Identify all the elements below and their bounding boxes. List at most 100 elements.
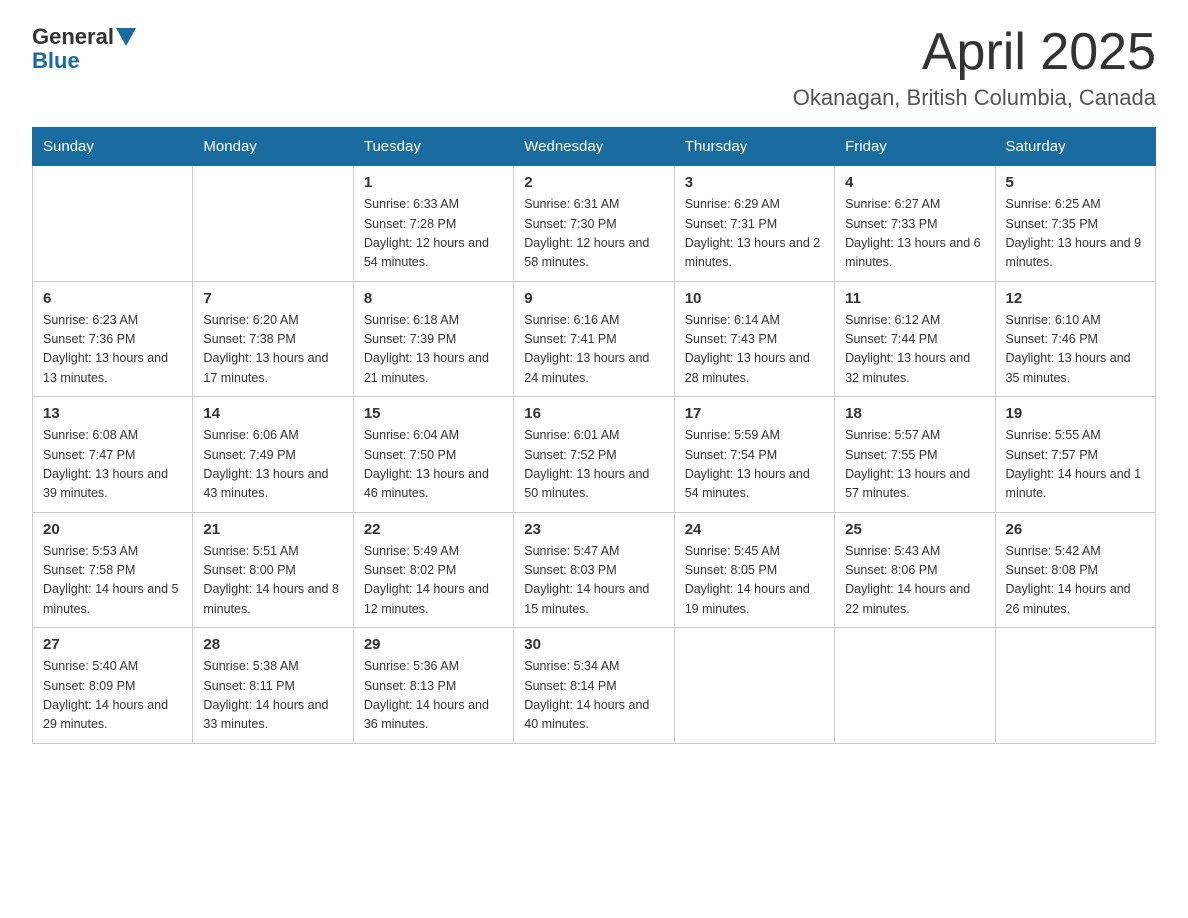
calendar-cell: [33, 166, 193, 282]
day-number: 5: [1006, 174, 1145, 191]
calendar-cell: 25 Sunrise: 5:43 AM Sunset: 8:06 PM Dayli…: [835, 512, 995, 628]
day-info: Sunrise: 6:14 AM Sunset: 7:43 PM Dayligh…: [685, 311, 824, 389]
day-info: Sunrise: 6:10 AM Sunset: 7:46 PM Dayligh…: [1006, 311, 1145, 389]
day-info: Sunrise: 6:25 AM Sunset: 7:35 PM Dayligh…: [1006, 195, 1145, 273]
day-number: 27: [43, 636, 182, 653]
day-number: 20: [43, 521, 182, 538]
day-number: 13: [43, 405, 182, 422]
day-info: Sunrise: 5:43 AM Sunset: 8:06 PM Dayligh…: [845, 542, 984, 620]
day-number: 22: [364, 521, 503, 538]
day-info: Sunrise: 5:49 AM Sunset: 8:02 PM Dayligh…: [364, 542, 503, 620]
calendar-header-friday: Friday: [835, 128, 995, 166]
day-info: Sunrise: 5:45 AM Sunset: 8:05 PM Dayligh…: [685, 542, 824, 620]
calendar-cell: 27 Sunrise: 5:40 AM Sunset: 8:09 PM Dayli…: [33, 628, 193, 744]
calendar-cell: 30 Sunrise: 5:34 AM Sunset: 8:14 PM Dayli…: [514, 628, 674, 744]
day-number: 16: [524, 405, 663, 422]
day-info: Sunrise: 6:06 AM Sunset: 7:49 PM Dayligh…: [203, 426, 342, 504]
calendar-table: SundayMondayTuesdayWednesdayThursdayFrid…: [32, 127, 1156, 744]
day-info: Sunrise: 6:12 AM Sunset: 7:44 PM Dayligh…: [845, 311, 984, 389]
day-number: 28: [203, 636, 342, 653]
day-number: 9: [524, 290, 663, 307]
day-info: Sunrise: 6:29 AM Sunset: 7:31 PM Dayligh…: [685, 195, 824, 273]
day-number: 15: [364, 405, 503, 422]
calendar-header-sunday: Sunday: [33, 128, 193, 166]
day-info: Sunrise: 5:59 AM Sunset: 7:54 PM Dayligh…: [685, 426, 824, 504]
day-info: Sunrise: 6:31 AM Sunset: 7:30 PM Dayligh…: [524, 195, 663, 273]
calendar-cell: 22 Sunrise: 5:49 AM Sunset: 8:02 PM Dayli…: [353, 512, 513, 628]
day-number: 19: [1006, 405, 1145, 422]
calendar-header-thursday: Thursday: [674, 128, 834, 166]
day-number: 6: [43, 290, 182, 307]
calendar-cell: 23 Sunrise: 5:47 AM Sunset: 8:03 PM Dayli…: [514, 512, 674, 628]
calendar-cell: 8Sunrise: 6:18 AM Sunset: 7:39 PM Daylig…: [353, 281, 513, 397]
calendar-header-tuesday: Tuesday: [353, 128, 513, 166]
calendar-cell: 9Sunrise: 6:16 AM Sunset: 7:41 PM Daylig…: [514, 281, 674, 397]
title-area: April 2025 Okanagan, British Columbia, C…: [793, 24, 1156, 111]
calendar-header-row: SundayMondayTuesdayWednesdayThursdayFrid…: [33, 128, 1156, 166]
calendar-cell: 20 Sunrise: 5:53 AM Sunset: 7:58 PM Dayli…: [33, 512, 193, 628]
day-info: Sunrise: 5:47 AM Sunset: 8:03 PM Dayligh…: [524, 542, 663, 620]
calendar-week-row: 13Sunrise: 6:08 AM Sunset: 7:47 PM Dayli…: [33, 397, 1156, 513]
calendar-cell: 13Sunrise: 6:08 AM Sunset: 7:47 PM Dayli…: [33, 397, 193, 513]
day-info: Sunrise: 5:42 AM Sunset: 8:08 PM Dayligh…: [1006, 542, 1145, 620]
calendar-cell: [835, 628, 995, 744]
calendar-cell: 28 Sunrise: 5:38 AM Sunset: 8:11 PM Dayli…: [193, 628, 353, 744]
day-info: Sunrise: 6:33 AM Sunset: 7:28 PM Dayligh…: [364, 195, 503, 273]
day-number: 3: [685, 174, 824, 191]
day-info: Sunrise: 5:40 AM Sunset: 8:09 PM Dayligh…: [43, 657, 182, 735]
day-info: Sunrise: 5:55 AM Sunset: 7:57 PM Dayligh…: [1006, 426, 1145, 504]
day-info: Sunrise: 5:36 AM Sunset: 8:13 PM Dayligh…: [364, 657, 503, 735]
calendar-week-row: 20 Sunrise: 5:53 AM Sunset: 7:58 PM Dayli…: [33, 512, 1156, 628]
day-number: 7: [203, 290, 342, 307]
day-number: 4: [845, 174, 984, 191]
day-info: Sunrise: 5:38 AM Sunset: 8:11 PM Dayligh…: [203, 657, 342, 735]
calendar-cell: 18 Sunrise: 5:57 AM Sunset: 7:55 PM Dayli…: [835, 397, 995, 513]
calendar-cell: 14 Sunrise: 6:06 AM Sunset: 7:49 PM Dayli…: [193, 397, 353, 513]
calendar-cell: 15 Sunrise: 6:04 AM Sunset: 7:50 PM Dayli…: [353, 397, 513, 513]
day-number: 18: [845, 405, 984, 422]
calendar-cell: 19 Sunrise: 5:55 AM Sunset: 7:57 PM Dayli…: [995, 397, 1155, 513]
day-number: 2: [524, 174, 663, 191]
calendar-header-saturday: Saturday: [995, 128, 1155, 166]
calendar-header-wednesday: Wednesday: [514, 128, 674, 166]
calendar-cell: 10Sunrise: 6:14 AM Sunset: 7:43 PM Dayli…: [674, 281, 834, 397]
calendar-cell: 26Sunrise: 5:42 AM Sunset: 8:08 PM Dayli…: [995, 512, 1155, 628]
day-number: 14: [203, 405, 342, 422]
day-number: 30: [524, 636, 663, 653]
logo-general-text: General: [32, 24, 114, 50]
day-info: Sunrise: 6:18 AM Sunset: 7:39 PM Dayligh…: [364, 311, 503, 389]
calendar-cell: 4 Sunrise: 6:27 AM Sunset: 7:33 PM Daylig…: [835, 166, 995, 282]
calendar-cell: 6Sunrise: 6:23 AM Sunset: 7:36 PM Daylig…: [33, 281, 193, 397]
day-number: 21: [203, 521, 342, 538]
day-number: 12: [1006, 290, 1145, 307]
calendar-week-row: 27 Sunrise: 5:40 AM Sunset: 8:09 PM Dayli…: [33, 628, 1156, 744]
logo-triangle-icon: [116, 28, 136, 46]
day-info: Sunrise: 6:04 AM Sunset: 7:50 PM Dayligh…: [364, 426, 503, 504]
day-info: Sunrise: 6:20 AM Sunset: 7:38 PM Dayligh…: [203, 311, 342, 389]
day-info: Sunrise: 5:53 AM Sunset: 7:58 PM Dayligh…: [43, 542, 182, 620]
location-title: Okanagan, British Columbia, Canada: [793, 85, 1156, 111]
logo: General Blue: [32, 24, 136, 74]
calendar-week-row: 6Sunrise: 6:23 AM Sunset: 7:36 PM Daylig…: [33, 281, 1156, 397]
month-title: April 2025: [793, 24, 1156, 81]
calendar-cell: 21 Sunrise: 5:51 AM Sunset: 8:00 PM Dayli…: [193, 512, 353, 628]
day-number: 25: [845, 521, 984, 538]
calendar-cell: 1Sunrise: 6:33 AM Sunset: 7:28 PM Daylig…: [353, 166, 513, 282]
day-info: Sunrise: 5:51 AM Sunset: 8:00 PM Dayligh…: [203, 542, 342, 620]
logo-blue-text: Blue: [32, 48, 80, 74]
day-number: 24: [685, 521, 824, 538]
calendar-cell: [193, 166, 353, 282]
calendar-cell: 3 Sunrise: 6:29 AM Sunset: 7:31 PM Daylig…: [674, 166, 834, 282]
calendar-cell: 5 Sunrise: 6:25 AM Sunset: 7:35 PM Daylig…: [995, 166, 1155, 282]
calendar-cell: [674, 628, 834, 744]
page-header: General Blue April 2025 Okanagan, Britis…: [32, 24, 1156, 111]
day-number: 29: [364, 636, 503, 653]
day-info: Sunrise: 5:57 AM Sunset: 7:55 PM Dayligh…: [845, 426, 984, 504]
calendar-cell: 24 Sunrise: 5:45 AM Sunset: 8:05 PM Dayli…: [674, 512, 834, 628]
calendar-cell: 2 Sunrise: 6:31 AM Sunset: 7:30 PM Daylig…: [514, 166, 674, 282]
day-info: Sunrise: 6:27 AM Sunset: 7:33 PM Dayligh…: [845, 195, 984, 273]
calendar-cell: 17Sunrise: 5:59 AM Sunset: 7:54 PM Dayli…: [674, 397, 834, 513]
calendar-cell: 12 Sunrise: 6:10 AM Sunset: 7:46 PM Dayli…: [995, 281, 1155, 397]
day-info: Sunrise: 5:34 AM Sunset: 8:14 PM Dayligh…: [524, 657, 663, 735]
day-number: 23: [524, 521, 663, 538]
